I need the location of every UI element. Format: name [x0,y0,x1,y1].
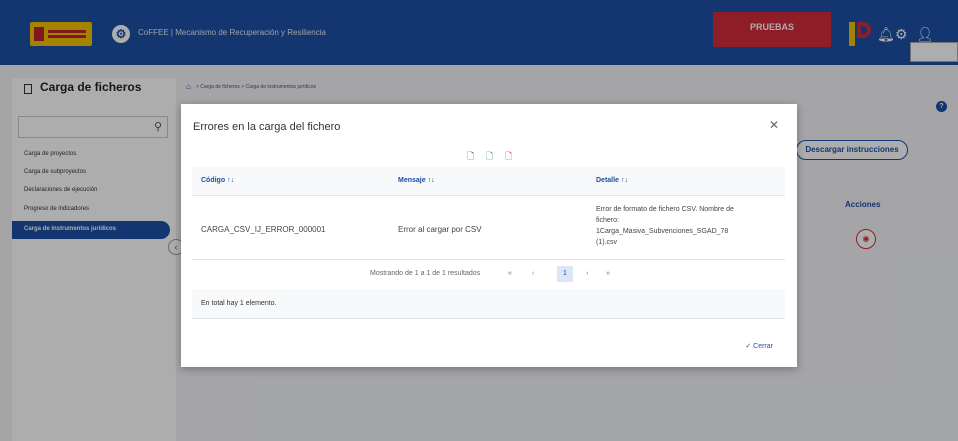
sort-icon[interactable]: ↑↓ [227,177,234,184]
export-csv-icon[interactable]: 🗋︎ [467,149,474,165]
sort-icon[interactable]: ↑↓ [621,177,628,184]
table-header: Código ↑↓ Mensaje ↑↓ Detalle ↑↓ [192,167,785,196]
detalle-line: 1Carga_Masiva_Subvenciones_SGAD_78 [596,228,729,235]
error-dialog: Errores en la carga del fichero ✕ 🗋︎ 🗋︎ … [181,104,797,367]
close-button[interactable]: ✓ Cerrar [745,342,773,350]
close-icon[interactable]: ✕ [769,118,779,132]
sort-icon[interactable]: ↑↓ [428,177,435,184]
current-page-button[interactable]: 1 [557,266,573,282]
detalle-line: (1).csv [596,239,617,246]
export-pdf-icon[interactable]: 🗋︎ [505,149,512,165]
cell-mensaje: Error al cargar por CSV [398,225,482,234]
column-header-mensaje[interactable]: Mensaje ↑↓ [398,177,435,184]
column-label: Mensaje [398,177,426,184]
next-page-button[interactable]: › [586,270,588,277]
pagination-summary: Mostrando de 1 a 1 de 1 resultados [370,270,481,277]
cell-codigo: CARGA_CSV_IJ_ERROR_000001 [201,225,326,234]
detalle-line: Error de formato de fichero CSV. Nombre … [596,206,734,213]
table-footer: En total hay 1 elemento. [192,289,785,319]
cell-detalle: Error de formato de fichero CSV. Nombre … [596,204,734,248]
pagination: Mostrando de 1 a 1 de 1 resultados « ‹ 1… [192,261,785,289]
prev-page-button[interactable]: ‹ [532,270,534,277]
last-page-button[interactable]: » [606,270,610,277]
export-excel-icon[interactable]: 🗋︎ [486,149,493,165]
table-row: CARGA_CSV_IJ_ERROR_000001 Error al carga… [192,196,785,260]
total-count-text: En total hay 1 elemento. [201,300,277,307]
first-page-button[interactable]: « [508,270,512,277]
column-header-codigo[interactable]: Código ↑↓ [201,177,234,184]
column-label: Detalle [596,177,619,184]
column-label: Código [201,177,226,184]
column-header-detalle[interactable]: Detalle ↑↓ [596,177,628,184]
detalle-line: fichero: [596,217,619,224]
dialog-title: Errores en la carga del fichero [193,121,341,133]
